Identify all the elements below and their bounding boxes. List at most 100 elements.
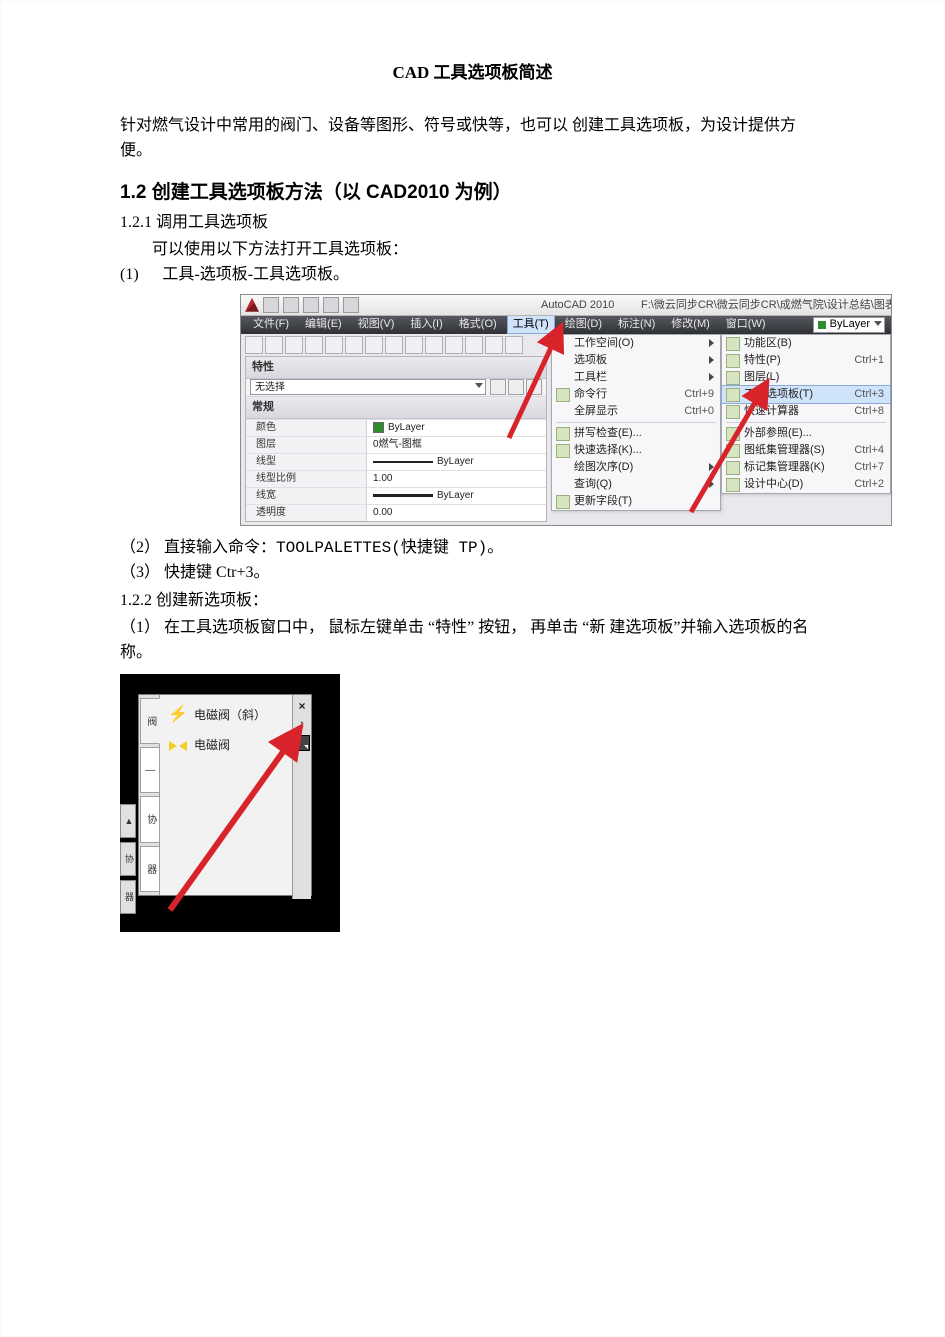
tool-icon[interactable] [285, 336, 303, 354]
chevron-right-icon [709, 463, 714, 471]
menu-item[interactable]: 命令行Ctrl+9 [552, 386, 720, 403]
palette-tab[interactable]: 协 [140, 796, 160, 842]
menu-item[interactable]: 工作空间(O) [552, 335, 720, 352]
palette-item[interactable]: ⚡ 电磁阀（斜） [164, 701, 307, 731]
app-name: AutoCAD 2010 [541, 297, 614, 314]
menu-item-icon [556, 371, 568, 383]
menu-item[interactable]: 设计中心(D)Ctrl+2 [722, 476, 890, 493]
menu-shortcut: Ctrl+9 [684, 386, 714, 403]
menu-item[interactable]: 工具(T) [507, 315, 555, 334]
tool-icon[interactable] [245, 336, 263, 354]
panel-button-icon[interactable] [526, 379, 542, 395]
menu-item[interactable]: 标注(N) [612, 316, 661, 333]
menu-item[interactable]: 拼写检查(E)... [552, 425, 720, 442]
property-row[interactable]: 线宽ByLayer [246, 487, 546, 504]
menu-item[interactable]: 格式(O) [453, 316, 503, 333]
menu-item[interactable]: 功能区(B) [722, 335, 890, 352]
tool-icon[interactable] [425, 336, 443, 354]
menu-item-icon [556, 354, 568, 366]
tool-icon[interactable] [445, 336, 463, 354]
layer-dropdown[interactable]: ByLayer [813, 317, 885, 333]
menu-item-label: 标记集管理器(K) [744, 459, 825, 476]
page-title: CAD 工具选项板简述 [120, 60, 825, 86]
step-1-2-1-2: （2） 直接输入命令：TOOLPALETTES(快捷键 TP)。 [120, 536, 825, 561]
tool-icon[interactable] [305, 336, 323, 354]
palette-item[interactable]: 电磁阀 [164, 731, 307, 761]
autohide-icon[interactable]: ↕ [295, 717, 309, 731]
property-label: 图层 [246, 437, 367, 453]
menu-item[interactable]: 图纸集管理器(S)Ctrl+4 [722, 442, 890, 459]
menu-item-label: 功能区(B) [744, 335, 792, 352]
menu-item[interactable]: 快速计算器Ctrl+8 [722, 403, 890, 420]
menu-item[interactable]: 编辑(E) [299, 316, 348, 333]
property-row[interactable]: 颜色ByLayer [246, 419, 546, 436]
menu-item[interactable]: 窗口(W) [720, 316, 772, 333]
property-label: 颜色 [246, 420, 367, 436]
panel-button-icon[interactable] [508, 379, 524, 395]
document-page: CAD 工具选项板简述 针对燃气设计中常用的阀门、设备等图形、符号或快等，也可以… [0, 0, 945, 1337]
selection-dropdown[interactable]: 无选择 [250, 379, 486, 395]
menu-item[interactable]: 特性(P)Ctrl+1 [722, 352, 890, 369]
menu-item[interactable]: 更新字段(T) [552, 493, 720, 510]
tool-icon[interactable] [505, 336, 523, 354]
menu-item[interactable]: 绘图次序(D) [552, 459, 720, 476]
menu-item[interactable]: 快速选择(K)... [552, 442, 720, 459]
property-value: 1.00 [367, 471, 546, 487]
palette-tab[interactable]: 器 [140, 846, 160, 892]
qat-new-icon[interactable] [263, 297, 279, 313]
menu-item[interactable]: 绘图(D) [559, 316, 608, 333]
qat-print-icon[interactable] [343, 297, 359, 313]
tool-icon[interactable] [325, 336, 343, 354]
qat-undo-icon[interactable] [323, 297, 339, 313]
palette-tab[interactable]: — [140, 747, 160, 793]
tool-icon[interactable] [365, 336, 383, 354]
menu-item-label: 设计中心(D) [744, 476, 803, 493]
property-row[interactable]: 线型比例1.00 [246, 470, 546, 487]
tool-icon[interactable] [265, 336, 283, 354]
menu-item[interactable]: 插入(I) [404, 316, 448, 333]
menu-item-label: 工具选项板(T) [744, 386, 813, 403]
qat-open-icon[interactable] [283, 297, 299, 313]
menu-item-label: 快速选择(K)... [574, 442, 642, 459]
property-row[interactable]: 线型ByLayer [246, 453, 546, 470]
tool-icon[interactable] [405, 336, 423, 354]
step-number: （1） [120, 616, 160, 641]
screenshot-tool-palette: 阀—协器 ⚡ 电磁阀（斜） 电磁阀 × ↕ [120, 674, 825, 932]
menu-item[interactable]: 工具栏 [552, 369, 720, 386]
properties-panel: 特性 无选择 常规 颜色ByLayer图层0燃气-图框线型ByL [245, 356, 547, 522]
menu-item[interactable]: 外部参照(E)... [722, 425, 890, 442]
menu-item-label: 工具栏 [574, 369, 607, 386]
property-label: 线型比例 [246, 471, 367, 487]
tool-icon[interactable] [465, 336, 483, 354]
menu-item[interactable]: 标记集管理器(K)Ctrl+7 [722, 459, 890, 476]
menu-item[interactable]: 图层(L) [722, 369, 890, 386]
menu-item[interactable]: 工具选项板(T)Ctrl+3 [721, 385, 891, 404]
menu-item[interactable]: 修改(M) [665, 316, 716, 333]
menu-item-label: 拼写检查(E)... [574, 425, 642, 442]
property-label: 线宽 [246, 488, 367, 504]
tool-icon[interactable] [485, 336, 503, 354]
palette-tab[interactable]: 阀 [140, 698, 160, 744]
tool-palette-window: 阀—协器 ⚡ 电磁阀（斜） 电磁阀 × ↕ [120, 674, 340, 932]
tool-icon[interactable] [385, 336, 403, 354]
panel-button-icon[interactable] [490, 379, 506, 395]
tray-button[interactable]: 协 [120, 842, 136, 876]
menu-item-label: 特性(P) [744, 352, 781, 369]
tools-menu-dropdown: 工作空间(O)选项板工具栏命令行Ctrl+9全屏显示Ctrl+0 拼写检查(E).… [551, 334, 721, 511]
menu-item-label: 选项板 [574, 352, 607, 369]
property-row[interactable]: 图层0燃气-图框 [246, 436, 546, 453]
menu-item[interactable]: 查询(Q) [552, 476, 720, 493]
menu-item[interactable]: 全屏显示Ctrl+0 [552, 403, 720, 420]
tray-button[interactable]: 器 [120, 880, 136, 914]
menu-item-icon [556, 444, 570, 458]
menu-item[interactable]: 视图(V) [352, 316, 401, 333]
tray-button[interactable]: ▲ [120, 804, 136, 838]
qat-save-icon[interactable] [303, 297, 319, 313]
property-row[interactable]: 透明度0.00 [246, 504, 546, 521]
menu-item[interactable]: 文件(F) [247, 316, 295, 333]
menu-item[interactable]: 选项板 [552, 352, 720, 369]
layer-value: ByLayer [830, 316, 870, 333]
close-icon[interactable]: × [295, 699, 309, 713]
properties-button[interactable] [294, 735, 310, 751]
tool-icon[interactable] [345, 336, 363, 354]
